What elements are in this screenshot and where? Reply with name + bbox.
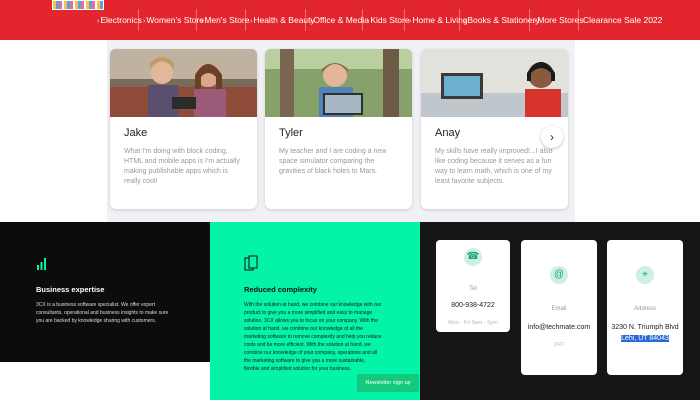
copy-icon xyxy=(244,255,258,271)
student-photo xyxy=(110,49,257,117)
student-photo xyxy=(265,49,412,117)
carousel-next-button[interactable]: › xyxy=(541,126,563,148)
student-photo xyxy=(421,49,568,117)
section-spacer xyxy=(0,362,210,400)
top-nav-bar: ›Electronics ›Women's Store ›Men's Store… xyxy=(0,0,700,40)
contact-label: Address xyxy=(633,306,656,312)
testimonial-name: Jake xyxy=(124,127,148,139)
contact-card-phone[interactable]: ☎ Tel 800-938-4722 Mon - Fri 9am - 5pm xyxy=(436,240,510,332)
nav-item-electronics[interactable]: ›Electronics xyxy=(93,9,142,31)
testimonial-card-tyler[interactable]: Tyler My teacher and I are coding a new … xyxy=(265,49,412,209)
feature-text: 3CX is a business software specialist. W… xyxy=(36,302,169,324)
feature-text: With the solution at hand, we combine ou… xyxy=(244,302,382,372)
newsletter-signup-button[interactable]: Newsletter sign up xyxy=(357,374,419,392)
contact-label: Email xyxy=(551,306,567,312)
testimonial-quote: My skills have really improved!...I also… xyxy=(435,148,553,185)
contact-label: Tel xyxy=(469,286,477,292)
location-pin-icon: ⌖ xyxy=(636,266,654,284)
feature-business-expertise: Business expertise 3CX is a business sof… xyxy=(0,222,210,362)
contact-value: 800-938-4722 xyxy=(451,302,495,309)
nav-item-home-living[interactable]: ›Home & Living xyxy=(405,9,468,31)
address-line-2: Lehi, UT 84043 xyxy=(621,335,669,342)
contact-card-address[interactable]: ⌖ Address 3230 N. Triumph Blvd Lehi, UT … xyxy=(607,240,683,375)
testimonial-name: Anay xyxy=(435,127,461,139)
nav-item-health-beauty[interactable]: ›Health & Beauty xyxy=(246,9,315,31)
nav-item-kids-store[interactable]: ›Kids Store xyxy=(363,9,410,31)
nav-item-books-stationery[interactable]: ›Books & Stationery xyxy=(460,9,540,31)
address-line-1: 3230 N. Triumph Blvd xyxy=(611,324,679,331)
nav-item-office-media[interactable]: ›Office & Media xyxy=(306,9,369,31)
feature-title: Business expertise xyxy=(36,285,105,294)
nav-item-womens-store[interactable]: ›Women's Store xyxy=(139,9,204,31)
bar-chart-icon xyxy=(37,258,46,270)
contact-availability: 24/7 xyxy=(553,342,565,348)
chevron-right-icon: › xyxy=(550,130,554,144)
testimonial-quote: What I'm doing with block coding, HTML a… xyxy=(124,148,240,185)
contact-card-email[interactable]: @ Email info@techmate.com 24/7 xyxy=(521,240,597,375)
at-icon: @ xyxy=(550,266,568,284)
nav-item-mens-store[interactable]: ›Men's Store xyxy=(197,9,249,31)
contact-hours: Mon - Fri 9am - 5pm xyxy=(448,320,498,326)
phone-icon: ☎ xyxy=(464,248,482,266)
nav-item-more-stores[interactable]: ›More Stores xyxy=(530,9,584,31)
testimonial-quote: My teacher and I are coding a new space … xyxy=(279,148,387,175)
testimonial-name: Tyler xyxy=(279,127,303,139)
contact-value: info@techmate.com xyxy=(527,324,591,331)
feature-title: Reduced complexity xyxy=(244,285,317,294)
testimonial-card-jake[interactable]: Jake What I'm doing with block coding, H… xyxy=(110,49,257,209)
nav-item-clearance-sale[interactable]: Clearance Sale 2022 xyxy=(579,9,662,31)
